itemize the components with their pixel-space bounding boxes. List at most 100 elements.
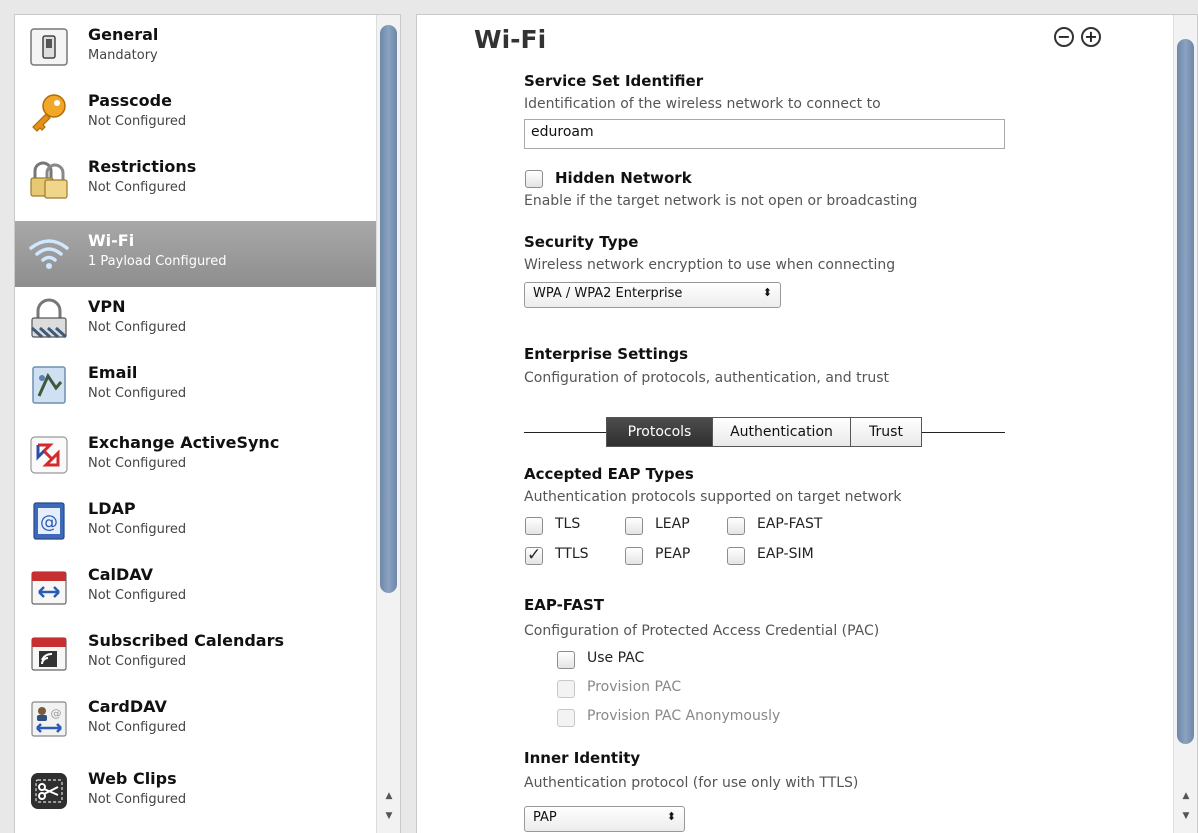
sidebar-scroll-thumb[interactable] xyxy=(380,25,397,593)
sidebar-item-title: General xyxy=(88,25,159,44)
exchange-icon xyxy=(30,436,68,474)
inner-identity-label: Inner Identity xyxy=(524,749,641,767)
sidebar-item-passcode[interactable]: Passcode Not Configured xyxy=(15,81,376,147)
tab-divider-right xyxy=(922,432,1005,433)
sidebar-item-title: Passcode xyxy=(88,91,172,110)
calendar-sync-icon xyxy=(31,571,67,605)
sidebar-item-subscribed-calendars[interactable]: Subscribed Calendars Not Configured xyxy=(15,621,376,687)
main-scrollbar[interactable]: ▲ ▼ xyxy=(1173,15,1197,833)
sidebar-item-restrictions[interactable]: Restrictions Not Configured xyxy=(15,147,376,213)
eap-leap-checkbox[interactable] xyxy=(625,517,643,535)
payload-sidebar: General Mandatory Passcode Not Configure… xyxy=(14,14,401,833)
sidebar-item-title: CardDAV xyxy=(88,697,167,716)
eap-ttls-checkbox[interactable] xyxy=(525,545,543,565)
sidebar-item-title: VPN xyxy=(88,297,126,316)
inner-identity-select[interactable]: PAP ⬍ xyxy=(524,806,685,832)
provision-pac-anonymously-label: Provision PAC Anonymously xyxy=(587,708,781,724)
svg-text:@: @ xyxy=(51,707,62,720)
security-type-label: Security Type xyxy=(524,233,639,251)
ssid-label: Service Set Identifier xyxy=(524,72,704,90)
sidebar-item-status: 1 Payload Configured xyxy=(88,254,227,269)
main-scroll-thumb[interactable] xyxy=(1177,39,1194,744)
eap-fast-section-label: EAP-FAST xyxy=(524,596,604,614)
sidebar-item-status: Not Configured xyxy=(88,456,187,471)
sidebar-item-title: Exchange ActiveSync xyxy=(88,433,280,452)
vpn-lock-icon xyxy=(30,298,68,339)
enterprise-tabs: Protocols Authentication Trust xyxy=(606,417,922,447)
sidebar-item-status: Not Configured xyxy=(88,654,187,669)
sidebar-item-exchange-activesync[interactable]: Exchange ActiveSync Not Configured xyxy=(15,423,376,489)
email-stamp-icon xyxy=(32,366,66,404)
provision-pac-label: Provision PAC xyxy=(587,679,682,695)
security-type-value: WPA / WPA2 Enterprise xyxy=(533,286,683,301)
security-type-select[interactable]: WPA / WPA2 Enterprise ⬍ xyxy=(524,282,781,308)
add-payload-button[interactable]: + xyxy=(1081,27,1101,47)
security-type-description: Wireless network encryption to use when … xyxy=(524,257,896,273)
eap-sim-label: EAP-SIM xyxy=(757,546,814,562)
wifi-icon xyxy=(29,239,69,269)
sidebar-item-carddav[interactable]: @ CardDAV Not Configured xyxy=(15,687,376,753)
hidden-network-checkbox[interactable] xyxy=(525,170,543,188)
sidebar-item-status: Not Configured xyxy=(88,320,187,335)
sidebar-item-status: Mandatory xyxy=(88,48,158,63)
sidebar-item-ldap[interactable]: @ LDAP Not Configured xyxy=(15,489,376,555)
eap-peap-label: PEAP xyxy=(655,546,691,562)
eap-ttls-label: TTLS xyxy=(555,546,589,562)
eap-fast-label: EAP-FAST xyxy=(757,516,823,532)
sidebar-item-title: Web Clips xyxy=(88,769,177,788)
contacts-sync-icon: @ xyxy=(31,701,67,737)
ssid-description: Identification of the wireless network t… xyxy=(524,96,881,112)
sidebar-item-web-clips[interactable]: Web Clips Not Configured xyxy=(15,759,376,825)
eap-fast-checkbox[interactable] xyxy=(727,517,745,535)
sidebar-item-status: Not Configured xyxy=(88,386,187,401)
hidden-network-label: Hidden Network xyxy=(555,169,692,187)
select-arrows-icon: ⬍ xyxy=(762,286,772,299)
tab-authentication[interactable]: Authentication xyxy=(712,417,851,447)
eap-peap-checkbox[interactable] xyxy=(625,547,643,565)
wifi-form: Service Set Identifier Identification of… xyxy=(524,15,1084,833)
eap-tls-checkbox[interactable] xyxy=(525,517,543,535)
scroll-up-arrow-icon[interactable]: ▲ xyxy=(381,789,397,803)
tab-divider-left xyxy=(524,432,606,433)
ssid-input[interactable]: eduroam xyxy=(524,119,1005,149)
sidebar-item-email[interactable]: Email Not Configured xyxy=(15,353,376,419)
provision-pac-checkbox[interactable] xyxy=(557,680,575,698)
provision-pac-anonymously-checkbox[interactable] xyxy=(557,709,575,727)
use-pac-label: Use PAC xyxy=(587,650,645,666)
sidebar-item-status: Not Configured xyxy=(88,522,187,537)
sidebar-item-status: Not Configured xyxy=(88,720,187,735)
sidebar-item-status: Not Configured xyxy=(88,180,187,195)
inner-identity-value: PAP xyxy=(533,810,557,825)
tab-protocols[interactable]: Protocols xyxy=(606,417,713,447)
sidebar-item-title: Wi-Fi xyxy=(88,231,135,250)
scroll-down-arrow-icon[interactable]: ▼ xyxy=(381,809,397,823)
enterprise-settings-label: Enterprise Settings xyxy=(524,345,689,363)
eap-sim-checkbox[interactable] xyxy=(727,547,745,565)
sidebar-item-wifi[interactable]: Wi-Fi 1 Payload Configured xyxy=(15,221,376,287)
sidebar-item-vpn[interactable]: VPN Not Configured xyxy=(15,287,376,353)
switch-icon xyxy=(30,28,68,66)
ldap-at-icon: @ xyxy=(33,502,65,540)
scroll-down-arrow-icon[interactable]: ▼ xyxy=(1178,809,1194,823)
sidebar-item-status: Not Configured xyxy=(88,114,187,129)
sidebar-item-title: LDAP xyxy=(88,499,136,518)
scroll-up-arrow-icon[interactable]: ▲ xyxy=(1178,789,1194,803)
enterprise-settings-description: Configuration of protocols, authenticati… xyxy=(524,370,890,386)
sidebar-item-title: Email xyxy=(88,363,138,382)
padlock-icon xyxy=(30,161,68,199)
use-pac-checkbox[interactable] xyxy=(557,651,575,669)
wifi-settings-panel: Wi-Fi − + Service Set Identifier Identif… xyxy=(416,14,1198,833)
sidebar-item-caldav[interactable]: CalDAV Not Configured xyxy=(15,555,376,621)
eap-leap-label: LEAP xyxy=(655,516,690,532)
sidebar-scrollbar[interactable]: ▲ ▼ xyxy=(376,15,400,833)
key-icon xyxy=(32,94,66,132)
hidden-network-description: Enable if the target network is not open… xyxy=(524,193,918,209)
eap-types-description: Authentication protocols supported on ta… xyxy=(524,489,902,505)
inner-identity-description: Authentication protocol (for use only wi… xyxy=(524,775,859,791)
tab-trust[interactable]: Trust xyxy=(850,417,922,447)
eap-fast-section-description: Configuration of Protected Access Creden… xyxy=(524,623,880,639)
sidebar-item-status: Not Configured xyxy=(88,588,187,603)
sidebar-item-status: Not Configured xyxy=(88,792,187,807)
sidebar-item-general[interactable]: General Mandatory xyxy=(15,15,376,81)
eap-types-label: Accepted EAP Types xyxy=(524,465,694,483)
